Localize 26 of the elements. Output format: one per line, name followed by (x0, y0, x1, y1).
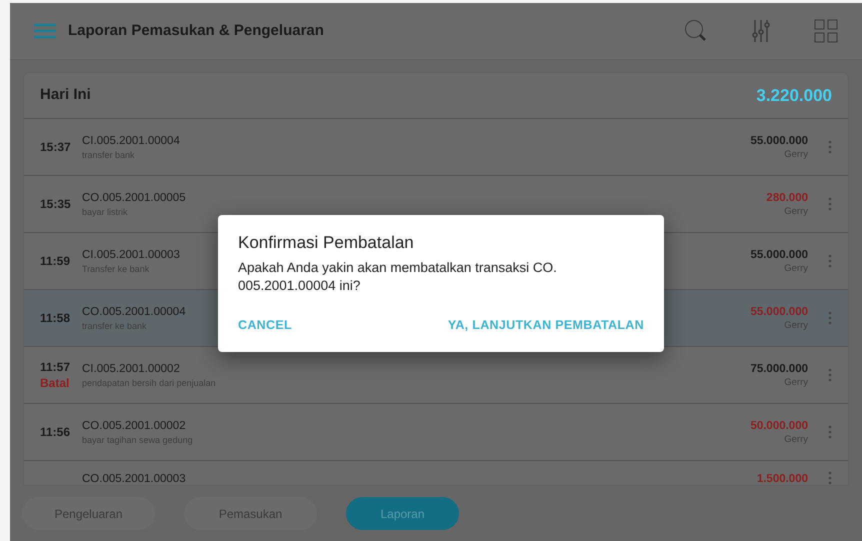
transaction-amount: 1.500.000 (756, 472, 808, 485)
transaction-amount: 75.000.000 (750, 362, 808, 377)
transaction-amount: 55.000.000 (750, 248, 808, 263)
transaction-code: CO.005.2001.00005 (82, 191, 186, 206)
cancelled-status: Batal (40, 375, 70, 391)
dialog-title: Konfirmasi Pembatalan (238, 232, 415, 254)
transaction-code: CO.005.2001.00004 (82, 305, 186, 320)
transaction-time: 11:56 (40, 424, 72, 440)
transaction-time: 11:59 (40, 253, 72, 269)
transaction-time: 11:57 (40, 359, 72, 375)
transaction-time: 11:58 (40, 310, 72, 326)
app-title: Laporan Pemasukan & Pengeluaran (68, 20, 324, 41)
transaction-time: 15:35 (40, 196, 72, 212)
transaction-amount: 50.000.000 (750, 419, 808, 434)
transaction-amount: 280.000 (766, 191, 808, 206)
transaction-code: CO.005.2001.00003 (82, 472, 186, 485)
total-amount: 3.220.000 (756, 84, 832, 107)
dialog-message: Apakah Anda yakin akan membatalkan transaksi CO. 005.2001.00004 ini? (238, 259, 558, 295)
transaction-code: CO.005.2001.00002 (82, 419, 186, 434)
transaction-amount: 55.000.000 (750, 305, 808, 320)
transaction-time: 15:37 (40, 139, 72, 155)
transaction-amount: 55.000.000 (750, 134, 808, 149)
section-title: Hari Ini (40, 85, 91, 106)
transaction-code: CI.005.2001.00004 (82, 134, 180, 149)
transaction-code: CI.005.2001.00002 (82, 362, 180, 377)
transaction-code: CI.005.2001.00003 (82, 248, 180, 263)
